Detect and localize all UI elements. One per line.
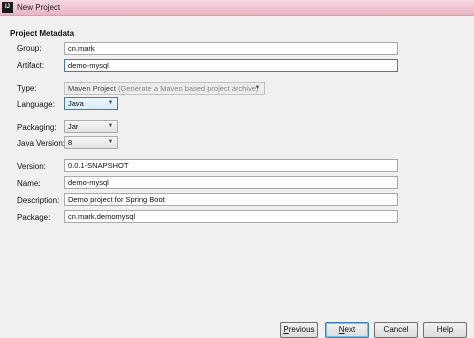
java-version-value: 8 bbox=[68, 138, 73, 147]
description-label: Description: bbox=[17, 196, 60, 205]
window-title: New Project bbox=[17, 3, 61, 12]
cancel-button[interactable]: Cancel bbox=[374, 322, 418, 338]
java-version-label: Java Version: bbox=[17, 139, 66, 148]
chevron-down-icon: ▼ bbox=[107, 100, 114, 106]
next-label: ext bbox=[344, 325, 356, 334]
window-titlebar: IJ New Project bbox=[0, 0, 474, 16]
language-dropdown[interactable]: Java ▼ bbox=[64, 97, 118, 110]
chevron-down-icon: ▼ bbox=[107, 123, 114, 129]
language-value: Java bbox=[68, 99, 84, 108]
chevron-down-icon: ▼ bbox=[107, 139, 114, 145]
dialog-content: Project Metadata Group: cn.mark Artifact… bbox=[0, 16, 474, 338]
next-button[interactable]: Next bbox=[325, 322, 369, 338]
language-label: Language: bbox=[17, 100, 55, 109]
version-label: Version: bbox=[17, 162, 46, 171]
name-field[interactable]: demo-mysql bbox=[64, 176, 398, 189]
type-dropdown[interactable]: Maven Project (Generate a Maven based pr… bbox=[64, 82, 265, 95]
previous-label: revious bbox=[288, 325, 315, 334]
package-label: Package: bbox=[17, 213, 51, 222]
artifact-field[interactable]: demo-mysql bbox=[64, 59, 398, 72]
packaging-dropdown[interactable]: Jar ▼ bbox=[64, 120, 118, 133]
previous-button[interactable]: Previous bbox=[280, 322, 318, 338]
type-hint: (Generate a Maven based project archive) bbox=[118, 84, 259, 93]
chevron-down-icon: ▼ bbox=[254, 85, 261, 91]
group-field[interactable]: cn.mark bbox=[64, 42, 398, 55]
package-field[interactable]: cn.mark.demomysql bbox=[64, 210, 398, 223]
name-label: Name: bbox=[17, 179, 41, 188]
type-label: Type: bbox=[17, 84, 37, 93]
packaging-value: Jar bbox=[68, 122, 79, 131]
group-label: Group: bbox=[17, 44, 42, 53]
intellij-app-icon: IJ bbox=[2, 2, 13, 13]
packaging-label: Packaging: bbox=[17, 123, 57, 132]
version-field[interactable]: 0.0.1-SNAPSHOT bbox=[64, 159, 398, 172]
artifact-label: Artifact: bbox=[17, 61, 45, 70]
type-value: Maven Project bbox=[68, 84, 116, 93]
java-version-dropdown[interactable]: 8 ▼ bbox=[64, 136, 118, 149]
description-field[interactable]: Demo project for Spring Boot bbox=[64, 193, 398, 206]
section-title: Project Metadata bbox=[10, 29, 75, 38]
help-button[interactable]: Help bbox=[423, 322, 467, 338]
